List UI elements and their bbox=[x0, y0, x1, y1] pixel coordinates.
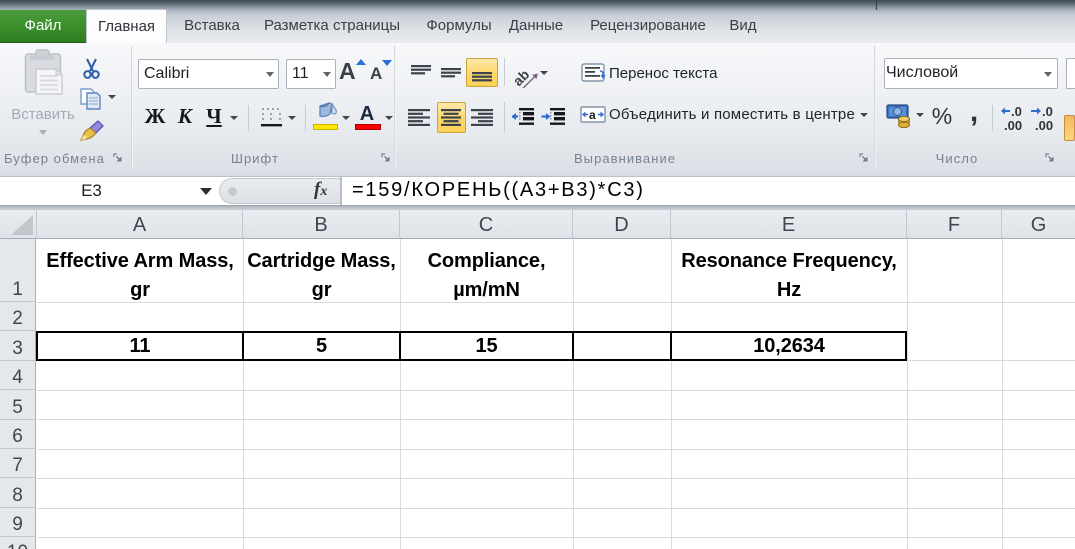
svg-text:.00: .00 bbox=[1035, 118, 1053, 132]
svg-text:a: a bbox=[589, 108, 596, 122]
svg-text:ab: ab bbox=[510, 66, 532, 88]
svg-text:.00: .00 bbox=[1004, 118, 1022, 132]
